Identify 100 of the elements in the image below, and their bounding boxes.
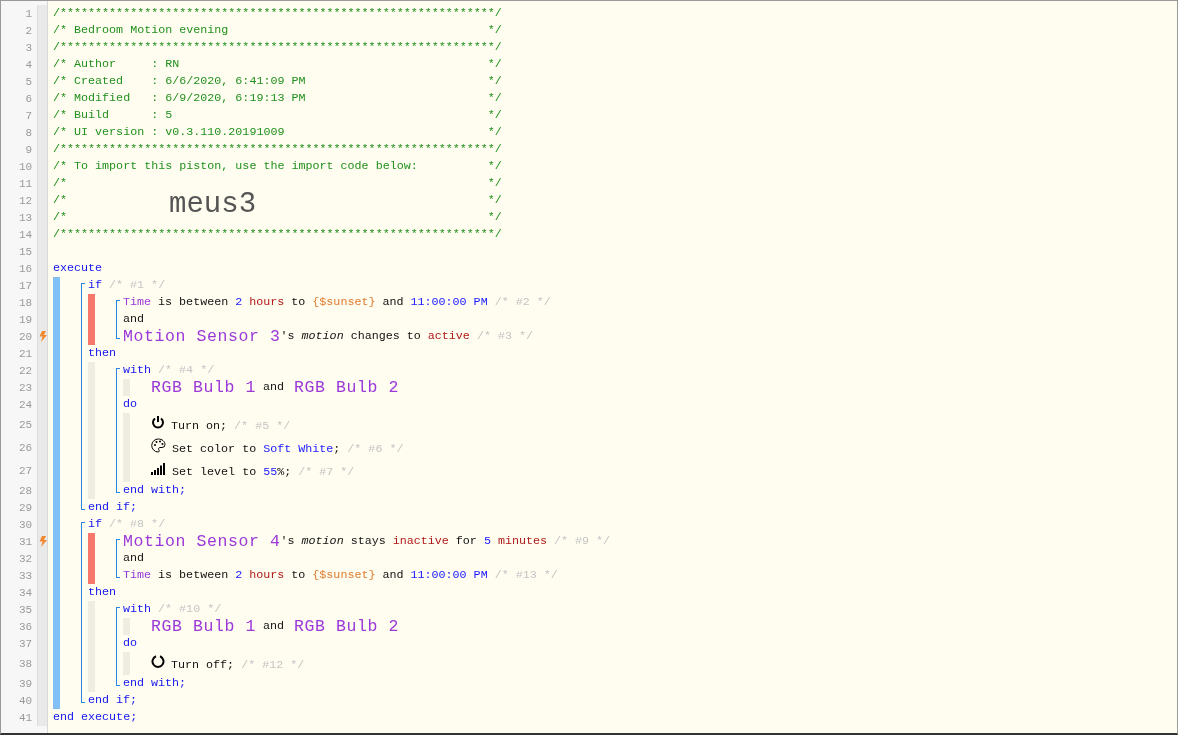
palette-icon — [151, 438, 166, 453]
device-name: Motion Sensor 4 — [123, 533, 281, 550]
line-number: 10 — [18, 160, 34, 173]
code-comment: /* #2 */ — [494, 294, 551, 311]
line-number: 25 — [18, 418, 34, 431]
line-number: 7 — [24, 109, 34, 122]
keyword: end execute; — [53, 709, 138, 726]
code-text: is between — [158, 567, 229, 584]
line-number: 36 — [18, 620, 34, 633]
unit-text: inactive — [392, 533, 449, 550]
line-number: 6 — [24, 92, 34, 105]
comment-close: */ — [487, 158, 502, 175]
code-text: changes to — [350, 328, 421, 345]
code-text: and — [263, 618, 285, 635]
code-comment: /* #7 */ — [298, 464, 355, 481]
code-text: to — [291, 567, 306, 584]
comment-text: /* Modified : 6/9/2020, 6:19:13 PM — [53, 90, 306, 107]
line-number: 12 — [18, 194, 34, 207]
line-number: 5 — [24, 75, 34, 88]
line-number: 29 — [18, 501, 34, 514]
code-comment: /* #8 */ — [109, 516, 166, 533]
value-text: 2 — [235, 294, 243, 311]
code-comment: /* #9 */ — [554, 533, 611, 550]
comment-text: /* — [53, 175, 68, 192]
attribute-name: Time — [123, 294, 152, 311]
line-number: 38 — [18, 657, 34, 670]
code-text: Turn on; — [171, 418, 228, 435]
value-text: Soft White — [263, 441, 334, 458]
line-number: 9 — [24, 143, 34, 156]
comment-text: /* Bedroom Motion evening — [53, 22, 229, 39]
code-text: and — [382, 294, 404, 311]
bracket-line — [116, 539, 120, 578]
keyword: with — [123, 362, 152, 379]
comment-text: /* To import this piston, use the import code below: — [53, 158, 418, 175]
line-number: 13 — [18, 211, 34, 224]
keyword: end with; — [123, 482, 187, 499]
keyword: with — [123, 601, 152, 618]
comment-text: /* UI version : v0.3.110.20191009 — [53, 124, 285, 141]
line-number: 17 — [18, 279, 34, 292]
code-text: stays — [350, 533, 386, 550]
code-text: and — [263, 379, 285, 396]
line-number: 2 — [24, 24, 34, 37]
comment-text: /* Build : 5 — [53, 107, 173, 124]
line-number: 33 — [18, 569, 34, 582]
power-off-icon — [151, 654, 165, 669]
line-number: 16 — [18, 262, 34, 275]
line-number: 11 — [18, 177, 34, 190]
keyword: if — [88, 516, 103, 533]
code-text: and — [123, 311, 145, 328]
code-text: for — [455, 533, 477, 550]
comment-rule: /**************************************************************/ — [53, 5, 502, 22]
code-comment: /* #10 */ — [158, 601, 222, 618]
code-comment: /* #12 */ — [241, 657, 305, 674]
code-text: Set level to — [172, 464, 257, 481]
value-text: 11:00:00 PM — [410, 567, 488, 584]
keyword: end if; — [88, 499, 138, 516]
keyword: if — [88, 277, 103, 294]
comment-text: /* Author : RN — [53, 56, 180, 73]
keyword: do — [123, 396, 138, 413]
line-number: 26 — [18, 441, 34, 454]
comment-text: /* Created : 6/6/2020, 6:41:09 PM — [53, 73, 306, 90]
line-number: 15 — [18, 245, 34, 258]
attribute-name: Time — [123, 567, 152, 584]
code-text: Turn off; — [171, 657, 235, 674]
comment-rule: /**************************************************************/ — [53, 39, 502, 56]
line-number: 41 — [18, 711, 34, 724]
keyword: end with; — [123, 675, 187, 692]
device-name: Motion Sensor 3 — [123, 328, 281, 345]
code-comment: /* #5 */ — [234, 418, 291, 435]
value-text: 55 — [263, 464, 278, 481]
signal-bars-icon — [151, 463, 166, 475]
line-number: 31 — [18, 535, 34, 548]
comment-text: /* — [53, 209, 68, 226]
device-name: RGB Bulb 1 — [151, 379, 257, 396]
line-number: 32 — [18, 552, 34, 565]
comment-close: */ — [487, 192, 502, 209]
comment-close: */ — [487, 90, 502, 107]
keyword: execute — [53, 260, 103, 277]
power-icon — [151, 415, 165, 430]
value-text: 5 — [483, 533, 491, 550]
comment-rule: /**************************************************************/ — [53, 226, 502, 243]
value-text: 2 — [235, 567, 243, 584]
code-text: %; — [277, 464, 292, 481]
device-name: RGB Bulb 1 — [151, 618, 257, 635]
code-comment: /* #3 */ — [476, 328, 533, 345]
line-number: 19 — [18, 313, 34, 326]
code-text: to — [291, 294, 306, 311]
comment-close: */ — [487, 124, 502, 141]
value-text: 11:00:00 PM — [410, 294, 488, 311]
keyword: end if; — [88, 692, 138, 709]
line-number: 14 — [18, 228, 34, 241]
comment-close: */ — [487, 22, 502, 39]
line-number: 30 — [18, 518, 34, 531]
device-name: RGB Bulb 2 — [293, 379, 399, 396]
line-number: 18 — [18, 296, 34, 309]
line-number: 34 — [18, 586, 34, 599]
line-number: 22 — [18, 364, 34, 377]
line-number: 35 — [18, 603, 34, 616]
keyword: then — [88, 345, 117, 362]
comment-rule: /**************************************************************/ — [53, 141, 502, 158]
